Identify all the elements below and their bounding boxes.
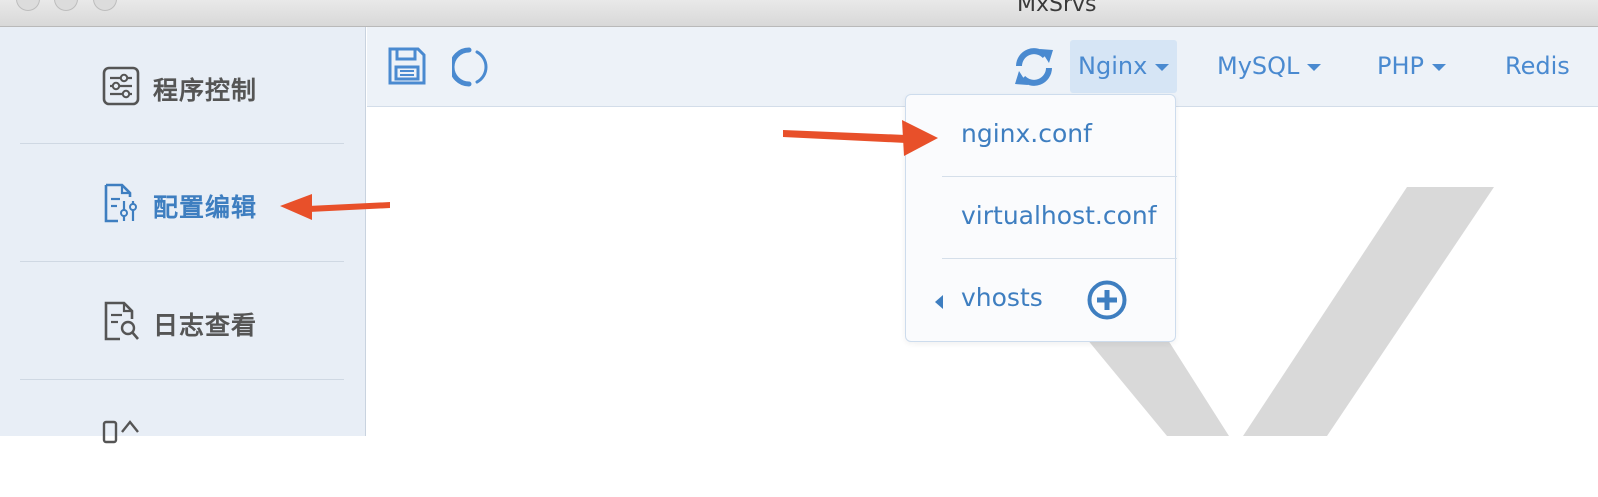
annotation-arrow-icon	[783, 120, 938, 156]
config-edit-icon	[104, 183, 137, 223]
nginx-dropdown-menu: nginx.conf virtualhost.conf vhosts	[905, 94, 1177, 342]
partial-icon	[102, 420, 139, 444]
save-icon[interactable]	[387, 46, 427, 86]
sidebar: 程序控制 配置编辑 日志查看	[0, 27, 366, 444]
close-window-button[interactable]	[16, 0, 40, 11]
nginx-menu-button[interactable]: Nginx	[1070, 40, 1177, 93]
annotation-arrow-icon	[280, 194, 390, 220]
plus-circle-icon[interactable]	[1086, 279, 1128, 321]
sidebar-item-partial[interactable]	[0, 380, 366, 497]
menu-item-vhosts[interactable]: vhosts	[906, 259, 1177, 341]
php-menu-button[interactable]: PHP	[1377, 40, 1446, 93]
menu-label: Redis	[1505, 52, 1570, 80]
menu-item-label: nginx.conf	[961, 119, 1092, 148]
title-bar: MxSrvs	[0, 0, 1598, 27]
menu-item-label: vhosts	[961, 283, 1043, 312]
zoom-window-button[interactable]	[93, 0, 117, 11]
loading-spinner-icon[interactable]	[452, 46, 494, 88]
sidebar-item-label: 程序控制	[153, 76, 258, 105]
menu-item-virtualhost-conf[interactable]: virtualhost.conf	[906, 177, 1177, 259]
menu-label: Nginx	[1078, 52, 1148, 80]
log-view-icon	[104, 301, 139, 341]
mysql-menu-button[interactable]: MySQL	[1217, 40, 1322, 93]
window-title: MxSrvs	[1017, 0, 1097, 17]
sidebar-item-label: 配置编辑	[153, 193, 258, 222]
caret-down-icon	[1432, 63, 1446, 71]
sliders-panel-icon	[102, 66, 140, 106]
menu-item-nginx-conf[interactable]: nginx.conf	[906, 95, 1177, 177]
caret-down-icon	[1155, 63, 1170, 71]
caret-left-icon	[935, 295, 943, 309]
sidebar-item-label: 日志查看	[153, 311, 258, 340]
menu-label: PHP	[1377, 52, 1424, 80]
minimize-window-button[interactable]	[54, 0, 78, 11]
caret-down-icon	[1307, 63, 1322, 71]
menu-label: MySQL	[1217, 52, 1300, 80]
menu-item-label: virtualhost.conf	[961, 201, 1157, 230]
sidebar-item-program-control[interactable]: 程序控制	[0, 27, 366, 144]
refresh-icon[interactable]	[1013, 46, 1055, 88]
sidebar-item-log-view[interactable]: 日志查看	[0, 262, 366, 379]
redis-menu-button[interactable]: Redis	[1505, 40, 1570, 93]
